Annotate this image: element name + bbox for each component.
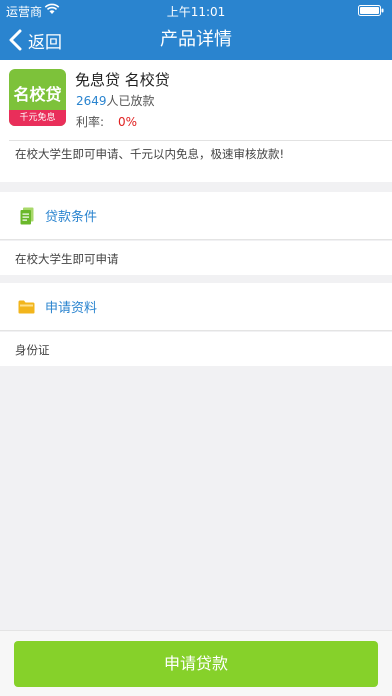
logo-text: 名校贷	[13, 85, 62, 104]
conditions-title: 贷款条件	[45, 210, 98, 225]
lend-count: 2649	[76, 94, 107, 108]
product-name: 免息贷 名校贷	[75, 71, 170, 89]
chevron-left-icon	[9, 29, 22, 51]
folder-icon	[18, 300, 35, 314]
rate-value: 0%	[118, 115, 138, 129]
logo-badge: 千元免息	[9, 110, 66, 126]
document-icon	[20, 207, 34, 225]
conditions-section-header: 贷款条件	[0, 192, 392, 240]
materials-title: 申请资料	[45, 301, 98, 316]
footer-bar: 申请贷款	[0, 630, 392, 696]
materials-section-body: 身份证	[0, 332, 392, 366]
lend-suffix: 人已放款	[106, 94, 155, 108]
materials-text: 身份证	[15, 343, 50, 357]
lend-count-line: 2649人已放款	[76, 92, 155, 109]
conditions-text: 在校大学生即可申请	[15, 252, 119, 266]
apply-loan-button[interactable]: 申请贷款	[14, 641, 378, 687]
product-card: 名校贷 千元免息 免息贷 名校贷 2649人已放款 利率: 0% 在校大学生即可申…	[0, 60, 392, 182]
rate-label: 利率:	[76, 115, 105, 129]
divider	[9, 140, 392, 141]
product-logo: 名校贷 千元免息	[9, 69, 66, 126]
clock: 上午11:01	[166, 5, 226, 19]
status-bar: 运营商 上午11:01	[0, 0, 392, 20]
battery-icon	[358, 5, 384, 16]
product-description: 在校大学生即可申请、千元以内免息，极速审核放款!	[15, 147, 285, 161]
app-header: 运营商 上午11:01 产品详情 返回	[0, 0, 392, 60]
nav-bar: 产品详情 返回	[0, 20, 392, 60]
back-button[interactable]: 返回	[8, 20, 78, 60]
rate-line: 利率: 0%	[76, 113, 137, 130]
conditions-section-body: 在校大学生即可申请	[0, 241, 392, 275]
back-label: 返回	[28, 32, 62, 53]
materials-section-header: 申请资料	[0, 283, 392, 331]
